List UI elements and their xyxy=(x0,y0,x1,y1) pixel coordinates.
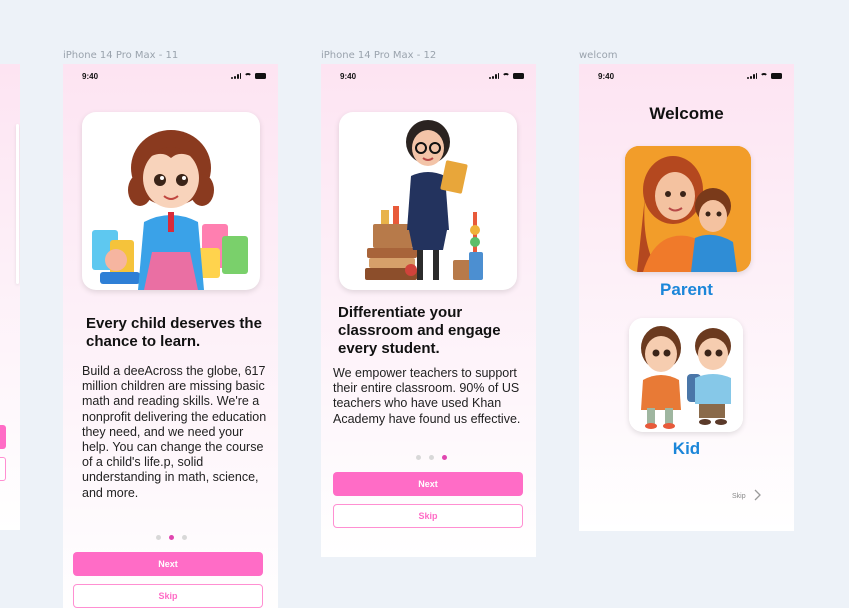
parent-option-label[interactable]: Parent xyxy=(579,280,794,300)
parent-illustration xyxy=(625,146,751,272)
partial-next-button[interactable] xyxy=(0,425,6,449)
signal-icon xyxy=(747,73,757,79)
partial-card xyxy=(16,124,19,284)
partial-skip-button[interactable] xyxy=(0,457,6,481)
page-dot-active[interactable] xyxy=(442,455,447,460)
next-button[interactable]: Next xyxy=(73,552,263,576)
frame-label-welcome: welcom xyxy=(579,50,618,61)
kid-option-label[interactable]: Kid xyxy=(579,439,794,459)
skip-button[interactable]: Skip xyxy=(73,584,263,608)
status-time: 9:40 xyxy=(598,72,615,81)
page-dot[interactable] xyxy=(416,455,421,460)
status-bar: 9:40 xyxy=(321,64,536,86)
kid-illustration xyxy=(629,318,743,432)
chevron-right-icon[interactable] xyxy=(753,489,761,501)
battery-icon xyxy=(255,73,266,79)
status-bar: 9:40 xyxy=(579,64,794,86)
kid-option-card[interactable] xyxy=(629,318,743,432)
teacher-illustration xyxy=(365,120,483,280)
onboarding-title: Every child deserves the chance to learn… xyxy=(86,315,262,350)
frame-label-12: iPhone 14 Pro Max - 12 xyxy=(321,50,437,61)
illustration-card-teacher xyxy=(339,112,517,290)
welcome-title: Welcome xyxy=(649,104,724,123)
partial-phone-left xyxy=(0,64,20,530)
page-indicator xyxy=(156,535,187,540)
onboarding-body: We empower teachers to support their ent… xyxy=(333,366,521,426)
next-button[interactable]: Next xyxy=(333,472,523,496)
frame-label-11: iPhone 14 Pro Max - 11 xyxy=(63,50,179,61)
phone-screen-welcome: 9:40 Welcome Parent Kid Skip xyxy=(579,64,794,531)
status-bar: 9:40 xyxy=(63,64,278,86)
skip-button[interactable]: Skip xyxy=(333,504,523,528)
girl-student-illustration xyxy=(92,130,248,290)
phone-screen-12: 9:40 Differentiate your classroom and en… xyxy=(321,64,536,557)
page-dot[interactable] xyxy=(429,455,434,460)
phone-screen-11: 9:40 Every child deserves the chance to … xyxy=(63,64,278,608)
illustration-card-learn xyxy=(82,112,260,290)
page-dot[interactable] xyxy=(156,535,161,540)
page-dot-active[interactable] xyxy=(169,535,174,540)
onboarding-body: Build a deeAcross the globe, 617 million… xyxy=(82,364,267,500)
status-time: 9:40 xyxy=(340,72,357,81)
parent-option-card[interactable] xyxy=(625,146,751,272)
battery-icon xyxy=(513,73,524,79)
page-indicator xyxy=(416,455,447,460)
page-dot[interactable] xyxy=(182,535,187,540)
onboarding-title: Differentiate your classroom and engage … xyxy=(338,304,501,357)
signal-icon xyxy=(489,73,499,79)
signal-icon xyxy=(231,73,241,79)
wifi-icon xyxy=(760,73,768,79)
battery-icon xyxy=(771,73,782,79)
status-time: 9:40 xyxy=(82,72,99,81)
skip-link[interactable]: Skip xyxy=(732,493,746,500)
wifi-icon xyxy=(502,73,510,79)
wifi-icon xyxy=(244,73,252,79)
